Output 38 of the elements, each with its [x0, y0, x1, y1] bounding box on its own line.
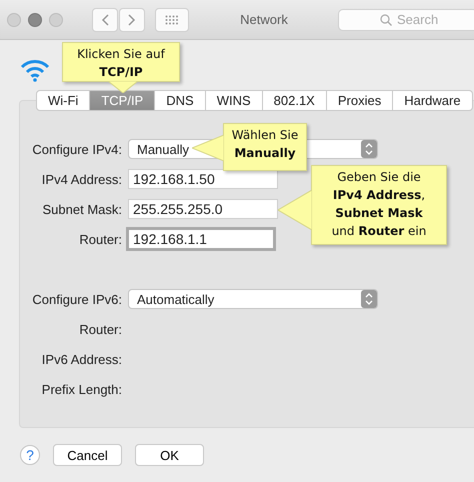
search-field[interactable]: Search — [338, 8, 474, 30]
stepper-icon — [361, 290, 377, 308]
grid-icon — [165, 14, 179, 24]
close-button[interactable] — [7, 12, 21, 26]
forward-button[interactable] — [119, 8, 145, 32]
field-label: Subnet Mask: — [42, 202, 122, 216]
field-label: Configure IPv6: — [31, 292, 122, 306]
help-button[interactable]: ? — [20, 445, 40, 465]
text-field[interactable]: 192.168.1.50 — [128, 169, 278, 189]
field-label: Router: — [78, 322, 122, 336]
cancel-button[interactable]: Cancel — [53, 444, 122, 466]
tooltip-arrow — [192, 135, 224, 161]
field-label: Router: — [78, 232, 122, 246]
zoom-button[interactable] — [49, 12, 63, 26]
tab[interactable]: DNS — [155, 90, 206, 111]
minimize-button[interactable] — [28, 12, 42, 26]
tab[interactable]: WINS — [206, 90, 263, 111]
field-label: IPv4 Address: — [40, 172, 122, 186]
grid-button[interactable] — [155, 8, 189, 32]
tab[interactable]: Wi-Fi — [36, 90, 90, 111]
window-title: Network — [239, 12, 289, 27]
chevron-left-icon — [101, 14, 109, 26]
tab[interactable]: Hardware — [393, 90, 473, 111]
back-button[interactable] — [92, 8, 118, 32]
text-field[interactable]: 255.255.255.0 — [128, 199, 278, 219]
field-label: Configure IPv4: — [31, 142, 122, 156]
field-label: IPv6 Address: — [40, 352, 122, 366]
wifi-icon — [20, 58, 50, 82]
tab[interactable]: Proxies — [326, 90, 394, 111]
text-field[interactable]: 192.168.1.1 — [126, 227, 276, 251]
ok-button[interactable]: OK — [135, 444, 204, 466]
tab[interactable]: 802.1X — [262, 90, 327, 111]
tooltip-arrow — [108, 81, 138, 93]
chevron-right-icon — [128, 14, 136, 26]
search-icon — [380, 14, 392, 26]
popup-menu[interactable]: Automatically — [128, 289, 378, 309]
field-label: Prefix Length: — [40, 382, 122, 396]
tooltip-arrow — [278, 190, 312, 230]
